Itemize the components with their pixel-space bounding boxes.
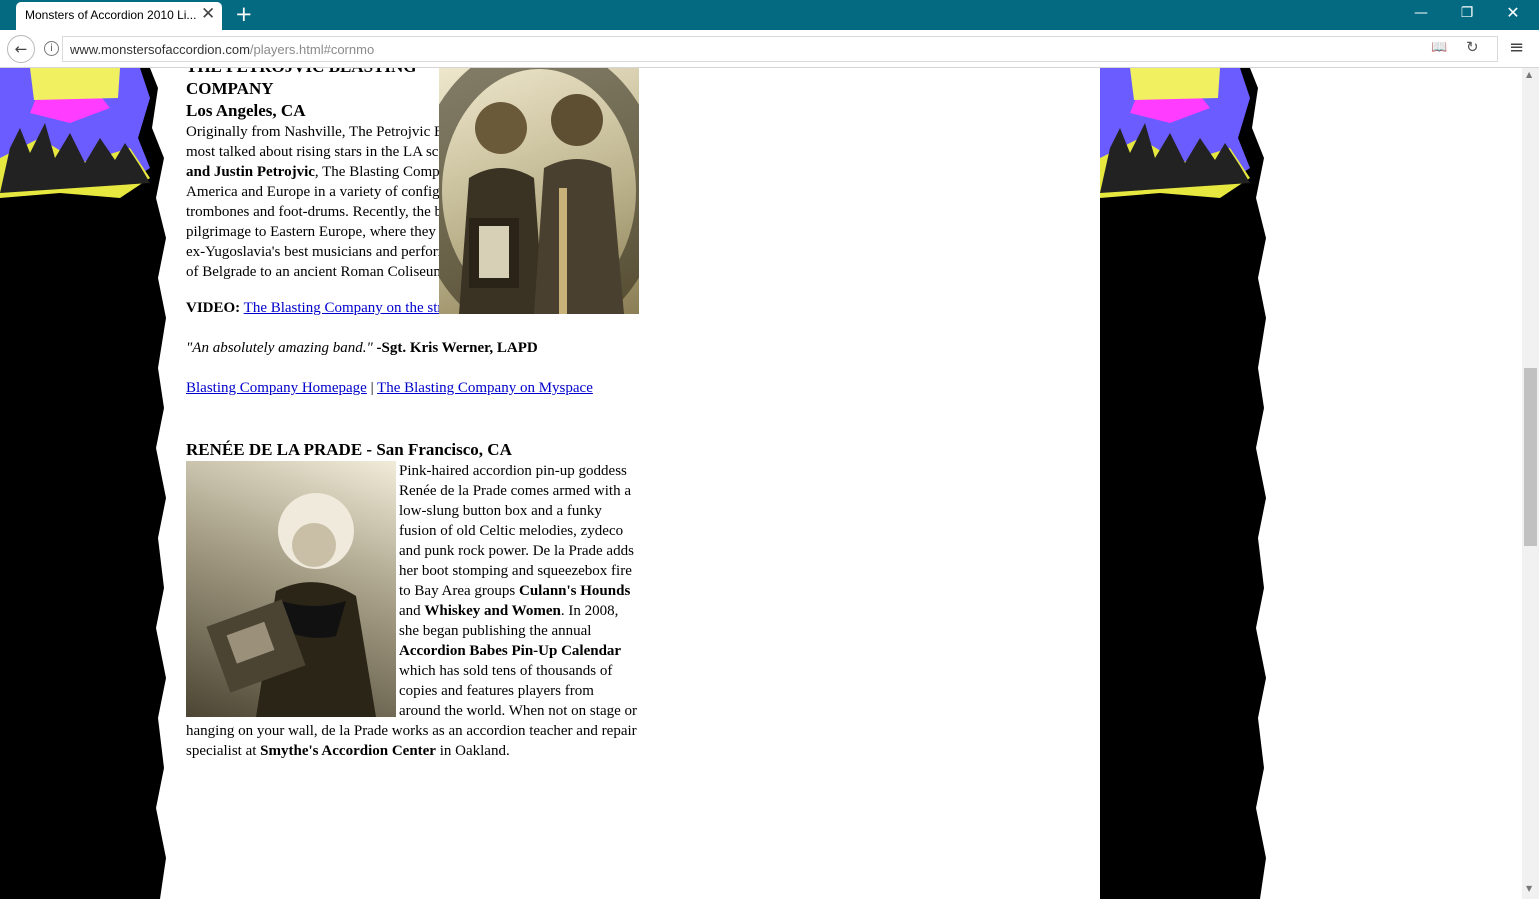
back-arrow-icon[interactable]: ← bbox=[7, 35, 35, 63]
info-icon[interactable]: i bbox=[44, 41, 59, 56]
address-bar[interactable]: www.monstersofaccordion.com/players.html… bbox=[62, 36, 1498, 62]
tab-strip: Monsters of Accordion 2010 Li... ✕ + — ❐… bbox=[0, 0, 1539, 30]
plus-icon[interactable]: + bbox=[235, 2, 253, 26]
scrollbar-thumb[interactable] bbox=[1524, 368, 1537, 546]
close-icon[interactable]: ✕ bbox=[201, 5, 215, 23]
players-article: THE PETROJVIC BLASTINGCOMPANY Los Angele… bbox=[186, 68, 639, 761]
browser-tab[interactable]: Monsters of Accordion 2010 Li... ✕ bbox=[16, 2, 222, 30]
url-text: www.monstersofaccordion.com/players.html… bbox=[70, 42, 375, 57]
reader-icon[interactable]: 📖 bbox=[1431, 40, 1447, 55]
page-viewport: THE PETROJVIC BLASTINGCOMPANY Los Angele… bbox=[0, 68, 1522, 899]
left-decorative-border bbox=[0, 68, 166, 899]
tab-title: Monsters of Accordion 2010 Li... bbox=[25, 8, 197, 22]
restore-icon[interactable]: ❐ bbox=[1452, 4, 1482, 24]
browser-toolbar: ← i www.monstersofaccordion.com/players.… bbox=[0, 30, 1539, 68]
band1-myspace-link[interactable]: The Blasting Company on Myspace bbox=[377, 380, 593, 396]
band1-links: Blasting Company Homepage | The Blasting… bbox=[186, 380, 593, 396]
band2-heading: RENÉE DE LA PRADE - San Francisco, CA bbox=[186, 440, 512, 459]
minimize-icon[interactable]: — bbox=[1406, 4, 1436, 24]
band1-homepage-link[interactable]: Blasting Company Homepage bbox=[186, 380, 367, 396]
renee-de-la-prade-photo bbox=[186, 461, 396, 717]
reload-icon[interactable]: ↻ bbox=[1466, 38, 1479, 56]
right-decorative-border bbox=[1100, 68, 1266, 899]
menu-icon[interactable]: ≡ bbox=[1509, 37, 1524, 58]
band1-quote: "An absolutely amazing band." -Sgt. Kris… bbox=[186, 340, 538, 356]
close-window-icon[interactable]: ✕ bbox=[1498, 4, 1528, 24]
scroll-up-icon[interactable]: ▲ bbox=[1526, 70, 1532, 79]
scroll-down-icon[interactable]: ▼ bbox=[1526, 884, 1532, 893]
petrojvic-brothers-photo bbox=[439, 68, 639, 314]
